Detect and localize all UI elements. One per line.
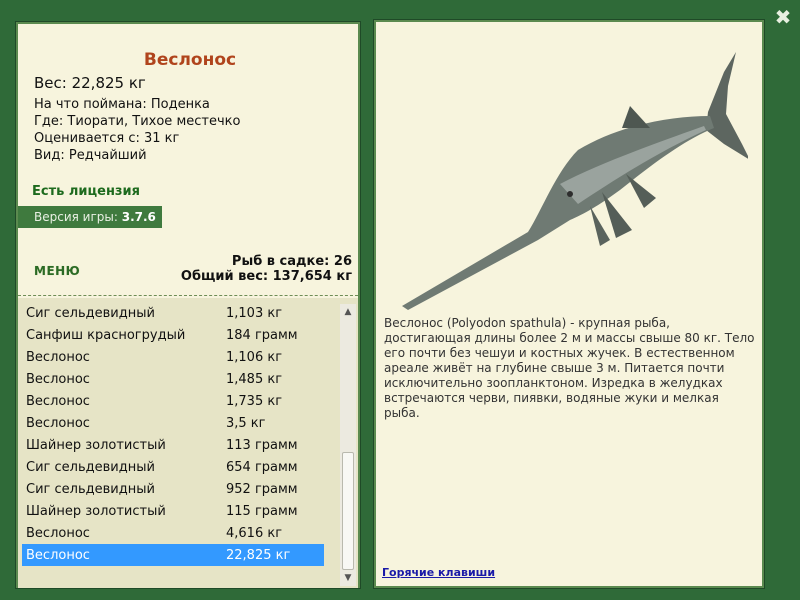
catch-fish-weight: 184 грамм <box>226 327 298 343</box>
catch-fish-weight: 1,103 кг <box>226 305 283 321</box>
catch-fish-weight: 115 грамм <box>226 503 298 519</box>
catch-fish-name: Веслонос <box>26 415 90 431</box>
catch-fish-weight: 952 грамм <box>226 481 298 497</box>
game-version-value: 3.7.6 <box>121 210 156 224</box>
catch-fish-weight: 1,485 кг <box>226 371 283 387</box>
catch-fish-weight: 3,5 кг <box>226 415 266 431</box>
catch-fish-weight: 1,106 кг <box>226 349 283 365</box>
catch-fish-name: Шайнер золотистый <box>26 437 166 453</box>
fish-rarity: Вид: Редчайший <box>34 148 147 163</box>
fish-bait: На что поймана: Поденка <box>34 97 210 112</box>
catch-list-row[interactable]: Санфиш красногрудый 184 грамм <box>22 324 324 346</box>
catch-fish-weight: 113 грамм <box>226 437 298 453</box>
catch-list-row[interactable]: Веслонос 4,616 кг <box>22 522 324 544</box>
catch-fish-weight: 654 грамм <box>226 459 298 475</box>
catch-fish-name: Шайнер золотистый <box>26 503 166 519</box>
game-version-label: Версия игры: <box>34 210 118 224</box>
paddlefish-image <box>402 52 748 310</box>
catch-fish-name: Веслонос <box>26 547 90 563</box>
fish-description: Веслонос (Polyodon spathula) - крупная р… <box>384 316 755 420</box>
catch-list[interactable]: Сиг сельдевидный 1,103 кг Санфиш красногру… <box>18 298 358 588</box>
fish-details: На что поймана: Поденка Где: Тиорати, Ти… <box>34 96 240 164</box>
net-stats: Рыб в садке: 26 Общий вес: 137,654 кг <box>181 254 352 284</box>
game-version-bar: Версия игры: 3.7.6 <box>18 206 162 228</box>
catch-list-row[interactable]: Сиг сельдевидный 1,103 кг <box>22 302 324 324</box>
catch-fish-name: Санфиш красногрудый <box>26 327 186 343</box>
menu-button[interactable]: МЕНЮ <box>34 264 80 278</box>
catch-list-row[interactable]: Веслонос 3,5 кг <box>22 412 324 434</box>
fish-location: Где: Тиорати, Тихое местечко <box>34 114 241 129</box>
catch-list-rows: Сиг сельдевидный 1,103 кг Санфиш красногру… <box>22 302 324 566</box>
catch-list-row[interactable]: Веслонос 1,485 кг <box>22 368 324 390</box>
total-weight: Общий вес: 137,654 кг <box>180 269 352 284</box>
fish-value: Оценивается с: 31 кг <box>34 131 180 146</box>
fish-weight: Вес: 22,825 кг <box>34 74 146 92</box>
close-icon: ✖ <box>774 5 792 29</box>
catch-list-row[interactable]: Шайнер золотистый 113 грамм <box>22 434 324 456</box>
catch-list-row[interactable]: Шайнер золотистый 115 грамм <box>22 500 324 522</box>
catch-list-row[interactable]: Веслонос 22,825 кг <box>22 544 324 566</box>
license-status: Есть лицензия <box>32 184 140 199</box>
catch-fish-name: Сиг сельдевидный <box>26 305 155 321</box>
catch-list-scrollbar[interactable]: ▲ ▼ <box>340 304 356 586</box>
catch-fish-weight: 4,616 кг <box>226 525 283 541</box>
catch-fish-weight: 1,735 кг <box>226 393 283 409</box>
catch-fish-name: Веслонос <box>26 393 90 409</box>
catch-fish-weight: 22,825 кг <box>226 547 291 563</box>
fish-in-net-count: Рыб в садке: 26 <box>231 254 352 269</box>
catch-list-row[interactable]: Веслонос 1,106 кг <box>22 346 324 368</box>
catch-list-row[interactable]: Сиг сельдевидный 654 грамм <box>22 456 324 478</box>
scrollbar-thumb[interactable] <box>342 452 354 570</box>
scroll-up-icon[interactable]: ▲ <box>340 304 356 320</box>
hotkeys-link[interactable]: Горячие клавиши <box>382 566 495 579</box>
divider <box>18 295 358 296</box>
catch-list-row[interactable]: Сиг сельдевидный 952 грамм <box>22 478 324 500</box>
fish-description-panel: Веслонос (Polyodon spathula) - крупная р… <box>373 19 765 589</box>
catch-fish-name: Веслонос <box>26 525 90 541</box>
catch-fish-name: Веслонос <box>26 349 90 365</box>
fish-name: Веслонос <box>143 50 237 70</box>
close-button[interactable]: ✖ <box>770 4 796 30</box>
catch-fish-name: Сиг сельдевидный <box>26 481 155 497</box>
catch-fish-name: Веслонос <box>26 371 90 387</box>
fish-info-panel: Веслонос Вес: 22,825 кг На что поймана: … <box>15 21 361 589</box>
catch-fish-name: Сиг сельдевидный <box>26 459 155 475</box>
scroll-down-icon[interactable]: ▼ <box>340 570 356 586</box>
catch-list-row[interactable]: Веслонос 1,735 кг <box>22 390 324 412</box>
